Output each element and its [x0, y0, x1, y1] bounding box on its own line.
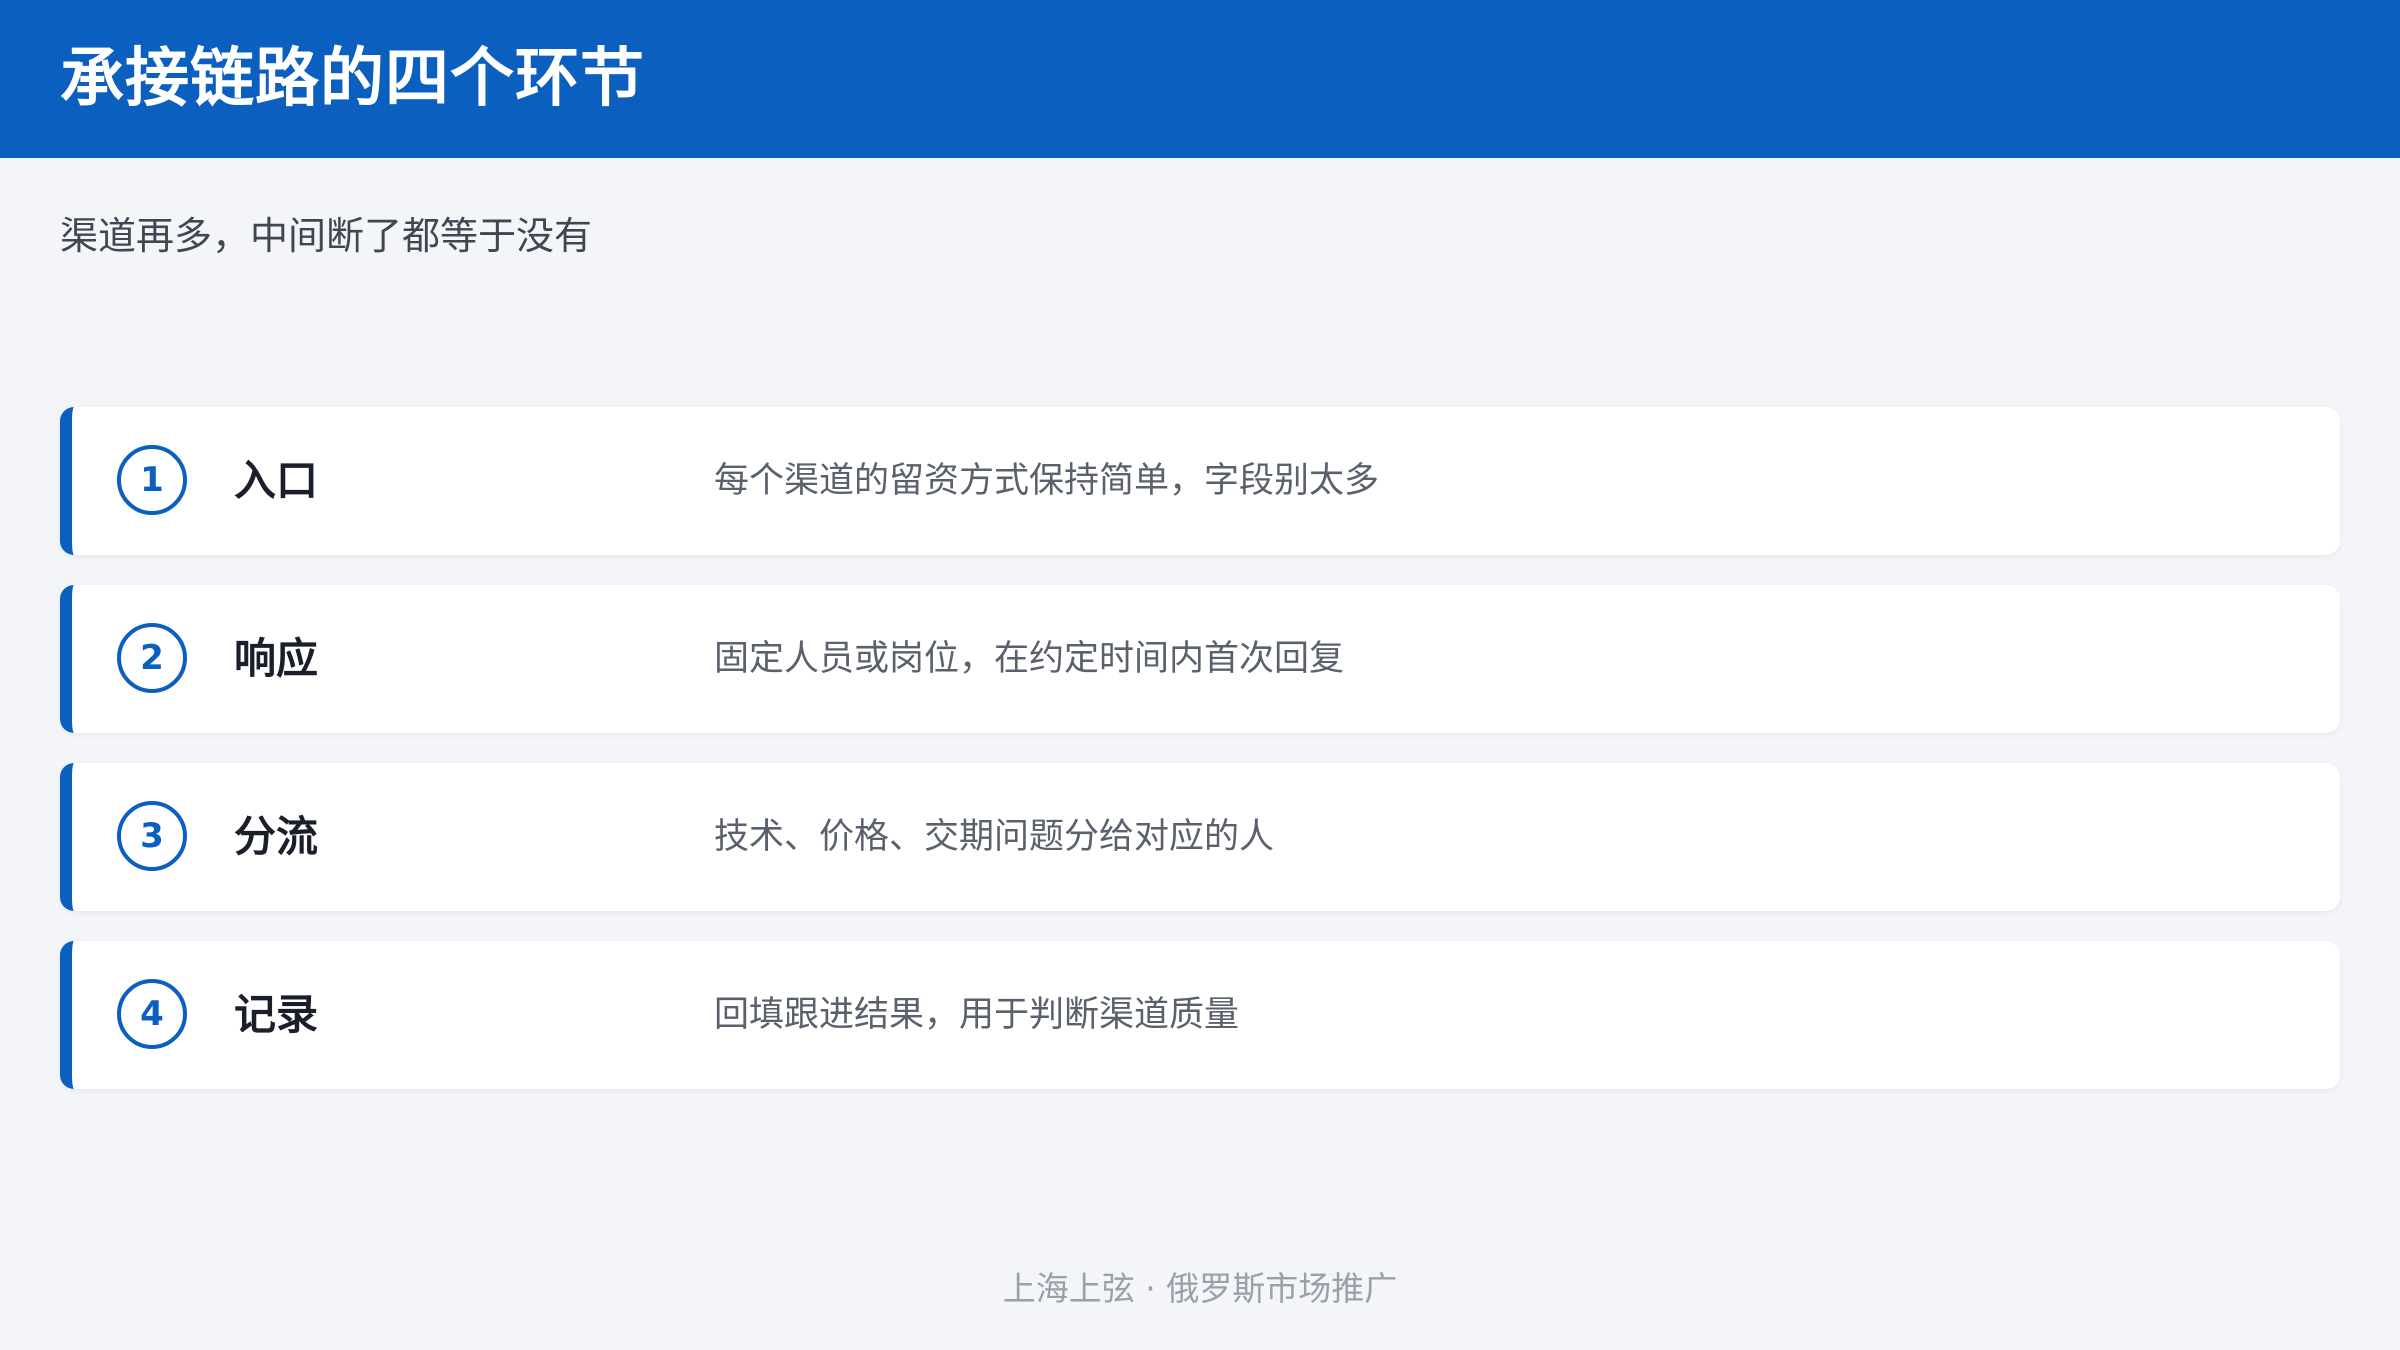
step-name: 响应	[234, 634, 319, 683]
page-title: 承接链路的四个环节	[60, 42, 645, 116]
step-description: 每个渠道的留资方式保持简单，字段别太多	[714, 461, 1380, 501]
step-list: 1 入口 每个渠道的留资方式保持简单，字段别太多 2 响应 固定人员或岗位，在约…	[60, 407, 2340, 1119]
step-number-badge: 1	[117, 445, 187, 515]
step-description: 回填跟进结果，用于判断渠道质量	[714, 995, 1240, 1035]
step-name: 记录	[234, 990, 319, 1039]
step-card-entry: 1 入口 每个渠道的留资方式保持简单，字段别太多	[60, 407, 2340, 555]
step-number-badge: 2	[117, 623, 187, 693]
step-card-record: 4 记录 回填跟进结果，用于判断渠道质量	[60, 941, 2340, 1089]
step-number-badge: 4	[117, 979, 187, 1049]
header-bar: 承接链路的四个环节	[0, 0, 2400, 158]
step-card-routing: 3 分流 技术、价格、交期问题分给对应的人	[60, 763, 2340, 911]
page-subtitle: 渠道再多，中间断了都等于没有	[60, 214, 593, 258]
step-description: 技术、价格、交期问题分给对应的人	[714, 817, 1275, 857]
step-description: 固定人员或岗位，在约定时间内首次回复	[714, 639, 1345, 679]
step-name: 分流	[234, 812, 319, 861]
step-name: 入口	[234, 456, 319, 505]
footer-text: 上海上弦 · 俄罗斯市场推广	[1002, 1269, 1398, 1308]
step-card-response: 2 响应 固定人员或岗位，在约定时间内首次回复	[60, 585, 2340, 733]
step-number-badge: 3	[117, 801, 187, 871]
